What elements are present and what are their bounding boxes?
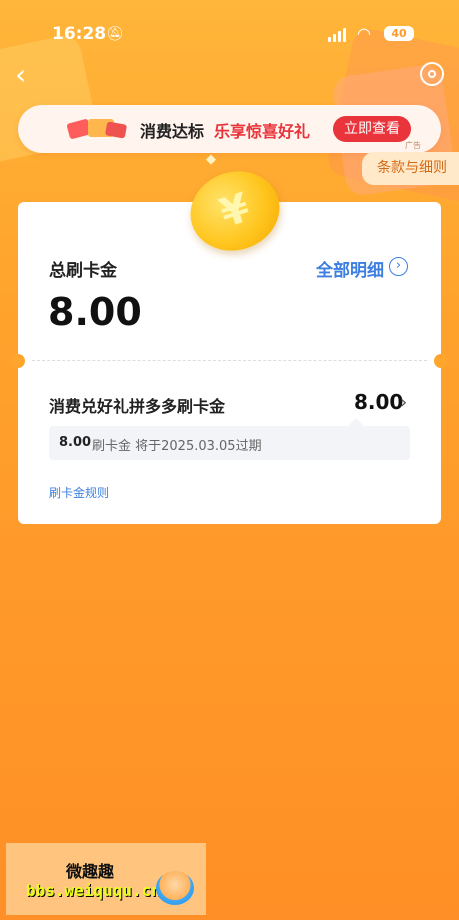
- expiry-amount: 8.00: [59, 435, 92, 450]
- divider: [32, 360, 427, 361]
- battery-indicator: 40: [384, 26, 414, 41]
- ad-tag: 广告: [405, 141, 421, 150]
- terms-button[interactable]: 条款与细则: [362, 152, 459, 185]
- sparkle-icon: ◆: [206, 152, 216, 167]
- banner-text: 消费达标: [140, 122, 205, 141]
- chevron-right-icon[interactable]: ›: [400, 392, 407, 413]
- item-label[interactable]: 消费兑好礼拼多多刷卡金: [49, 393, 225, 417]
- bell-slash-icon: 🔕︎: [106, 26, 124, 42]
- expiry-text: 刷卡金 将于2025.03.05过期: [92, 439, 262, 454]
- item-value[interactable]: 8.00: [354, 390, 403, 414]
- back-icon[interactable]: ‹: [15, 58, 26, 91]
- view-now-button[interactable]: 立即查看: [333, 116, 411, 142]
- card-notch-left: [11, 354, 25, 368]
- watermark-title: 微趣趣: [66, 862, 115, 881]
- expiry-info: 8.00 刷卡金 将于2025.03.05过期: [49, 418, 410, 460]
- status-bar: 16:28 🔕︎ ◠ 40: [0, 0, 459, 64]
- watermark: 微趣趣 bbs.weiququ.cn: [6, 843, 206, 915]
- headset-icon[interactable]: [420, 62, 444, 86]
- rules-link[interactable]: 刷卡金规则: [49, 484, 109, 501]
- status-time: 16:28: [52, 24, 107, 44]
- promo-banner[interactable]: 消费达标 乐享惊喜好礼 立即查看: [18, 105, 441, 153]
- watermark-mascot-icon: [156, 871, 194, 905]
- gift-cards-icon: [66, 115, 130, 143]
- total-amount: 8.00: [48, 290, 142, 334]
- banner-highlight: 乐享惊喜好礼: [214, 122, 311, 141]
- wifi-icon: ◠: [357, 24, 371, 43]
- total-label: 总刷卡金: [49, 261, 117, 281]
- chevron-right-icon[interactable]: ›: [389, 257, 408, 276]
- signal-icon: [328, 28, 350, 42]
- card-notch-right: [434, 354, 448, 368]
- watermark-url: bbs.weiququ.cn: [26, 881, 161, 900]
- all-details-link[interactable]: 全部明细: [316, 256, 384, 281]
